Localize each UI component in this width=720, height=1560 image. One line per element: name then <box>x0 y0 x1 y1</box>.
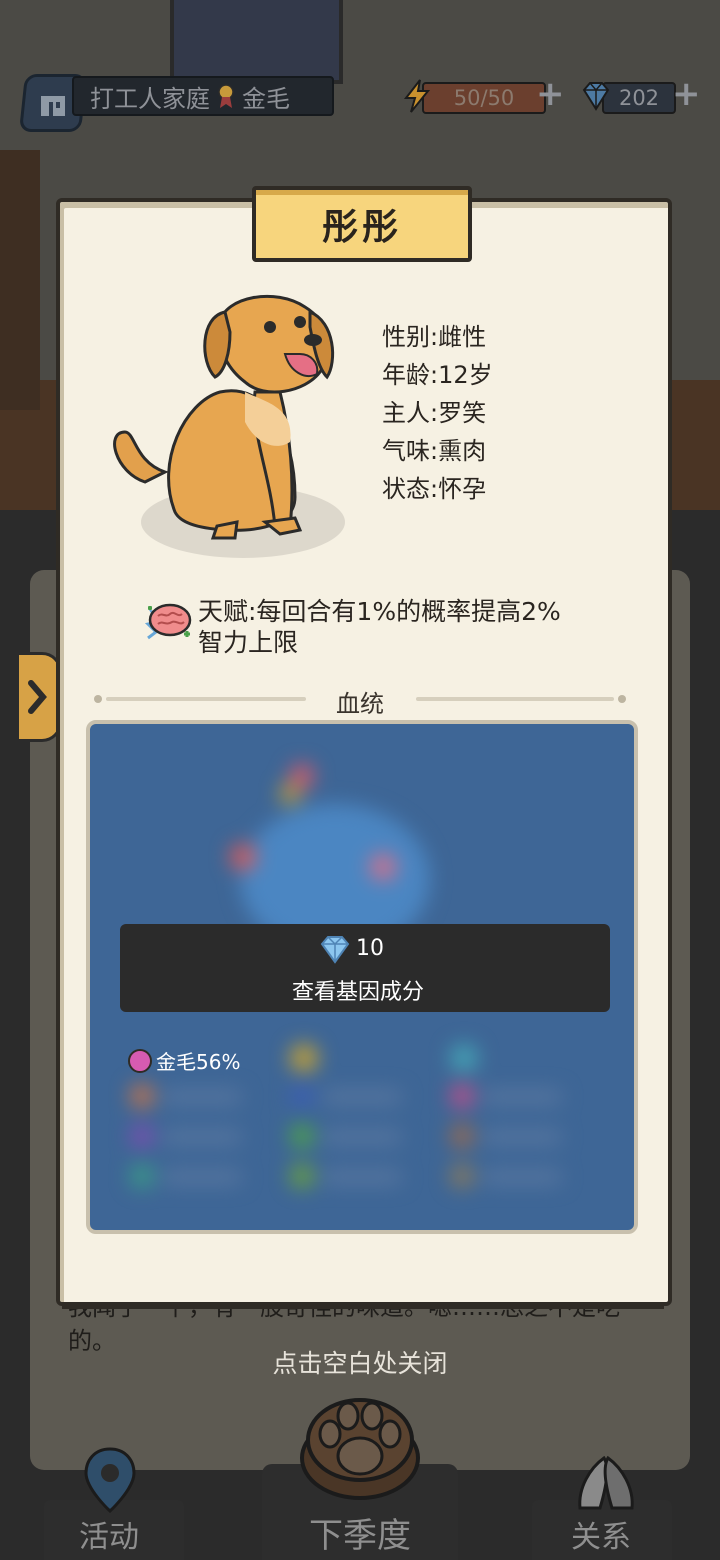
attribute-age: 年龄:12岁 <box>382 361 493 389</box>
talent-text: 天赋:每回合有1%的概率提高2%智力上限 <box>198 597 561 657</box>
brain-icon <box>144 603 192 640</box>
paw-icon[interactable] <box>296 1392 424 1500</box>
attribute-gender: 性别:雌性 <box>382 323 487 351</box>
dog-attributes: 性别:雌性 年龄:12岁 主人:罗笑 气味:熏肉 状态:怀孕 <box>382 318 493 508</box>
dog-name: 彤彤 <box>321 207 402 248</box>
energy-bolt-icon <box>403 79 431 113</box>
gem-counter[interactable]: 202 + <box>578 77 701 114</box>
location-pin-icon <box>84 1447 136 1514</box>
divider-line <box>416 697 614 701</box>
attribute-owner: 主人:罗笑 <box>382 399 487 427</box>
close-hint[interactable]: 点击空白处关闭 <box>0 1344 720 1380</box>
home-icon <box>41 96 65 116</box>
gem-icon <box>582 82 610 111</box>
nav-activity-label: 活动 <box>79 1520 139 1555</box>
divider-line <box>106 697 306 701</box>
dog-portrait <box>113 294 345 558</box>
attribute-status: 状态:怀孕 <box>382 475 487 503</box>
family-info[interactable]: 打工人家庭 金毛 <box>72 76 334 116</box>
family-name: 打工人家庭 <box>90 84 210 113</box>
view-genes-label: 查看基因成分 <box>291 980 424 1005</box>
energy-value: 50/50 <box>422 82 546 114</box>
lineage-legend-item: 金毛56% <box>128 1046 240 1075</box>
dog-name-ribbon: 彤彤 <box>252 186 472 262</box>
lineage-title: 血统 <box>336 690 384 718</box>
nav-next-season-label: 下季度 <box>309 1516 411 1556</box>
legend-label: 金毛56% <box>156 1050 241 1074</box>
top-bar: 打工人家庭 金毛 50/50 + 202 + <box>0 70 720 132</box>
gem-icon <box>320 936 350 964</box>
legend-color-dot <box>128 1048 152 1073</box>
divider-dot <box>618 695 626 703</box>
nav-relations-label: 关系 <box>571 1520 631 1555</box>
breed-badge: 金毛 <box>242 84 290 113</box>
medal-icon <box>216 83 236 109</box>
hands-icon <box>578 1455 634 1510</box>
chevron-right-icon <box>28 680 47 714</box>
plus-icon[interactable]: + <box>536 77 565 111</box>
unlock-cost: 10 <box>356 936 384 961</box>
attribute-scent: 气味:熏肉 <box>382 437 487 465</box>
divider-dot <box>94 695 102 703</box>
background-shelf <box>0 150 40 410</box>
plus-icon[interactable]: + <box>672 77 701 111</box>
energy-counter[interactable]: 50/50 + <box>400 77 565 114</box>
